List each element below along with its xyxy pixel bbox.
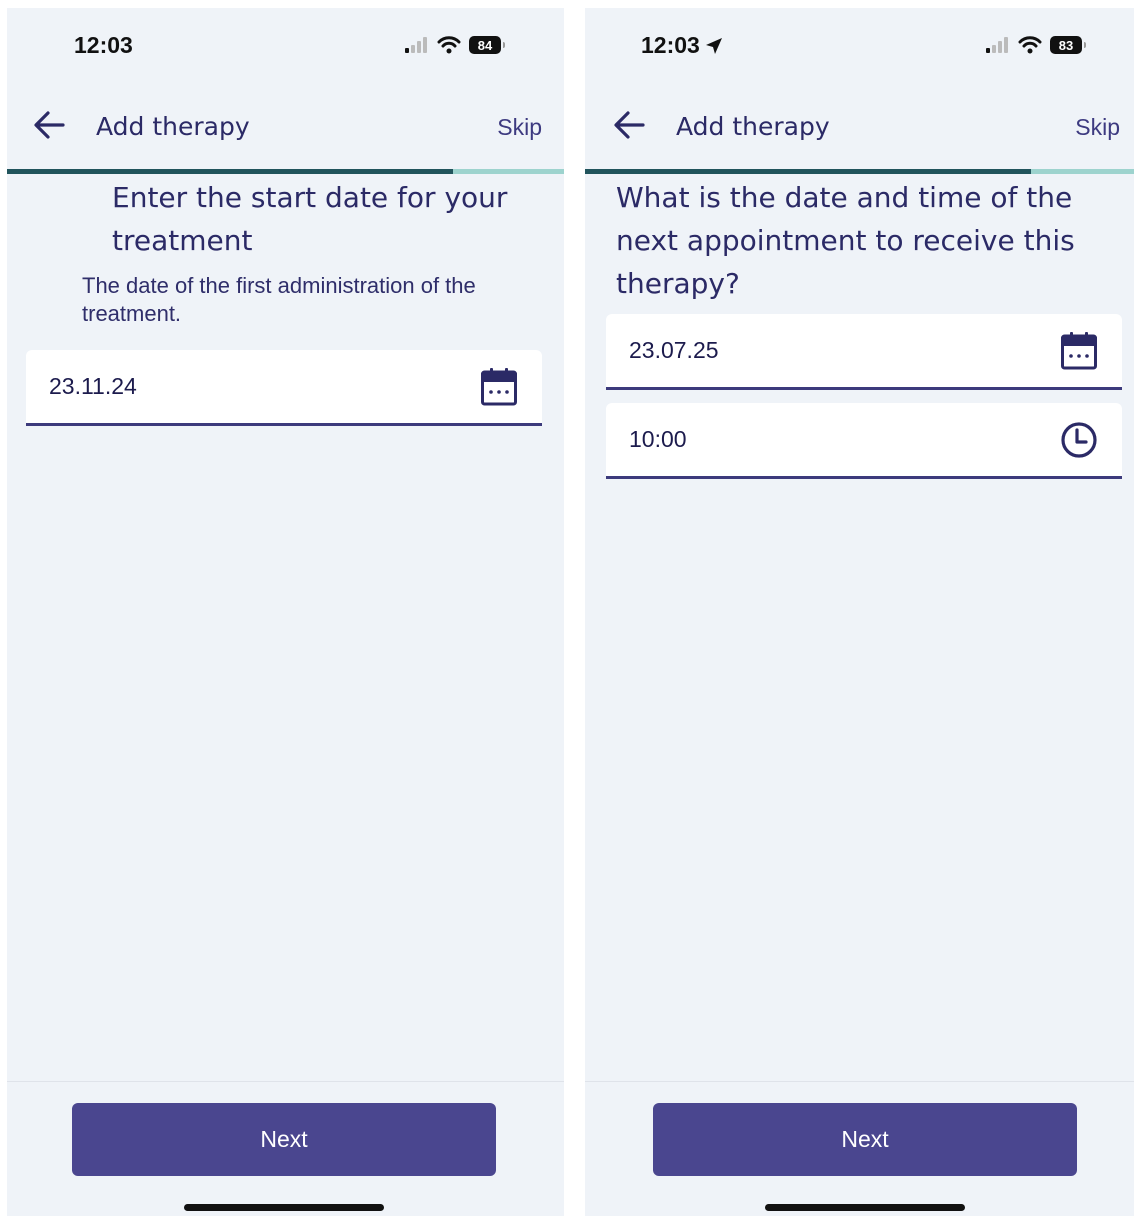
next-button[interactable]: Next: [653, 1103, 1077, 1176]
calendar-icon[interactable]: [1058, 330, 1100, 372]
battery-level: 84: [477, 37, 493, 53]
status-time: 12:03: [641, 32, 724, 59]
status-time-text: 12:03: [641, 32, 700, 58]
calendar-icon[interactable]: [478, 366, 520, 408]
wifi-icon: [437, 36, 461, 54]
arrow-left-icon: [614, 111, 645, 139]
header-title: Add therapy: [96, 112, 250, 141]
phone-screen-next-appointment: 12:03 83 Add therapy Skip What is the da…: [585, 8, 1134, 1216]
battery-level: 83: [1058, 37, 1074, 53]
appointment-time-value: 10:00: [629, 426, 687, 452]
skip-button[interactable]: Skip: [1075, 114, 1120, 141]
header-title: Add therapy: [676, 112, 830, 141]
battery-icon: 83: [1050, 36, 1086, 54]
progress-fill: [585, 169, 1031, 174]
cellular-signal-icon: [405, 37, 427, 53]
progress-bar: [585, 169, 1134, 174]
phone-screen-start-date: 12:03 84 Add therapy Skip Enter the star…: [7, 8, 564, 1216]
clock-icon[interactable]: [1058, 419, 1100, 461]
appointment-date-field[interactable]: 23.07.25: [606, 314, 1122, 390]
footer-divider: [7, 1081, 564, 1082]
back-button[interactable]: [31, 108, 67, 142]
progress-bar: [7, 169, 564, 174]
appointment-date-value: 23.07.25: [629, 337, 719, 363]
home-indicator: [765, 1204, 965, 1211]
home-indicator: [184, 1204, 384, 1211]
status-time: 12:03: [74, 32, 133, 59]
appointment-time-field[interactable]: 10:00: [606, 403, 1122, 479]
status-time-text: 12:03: [74, 32, 133, 58]
comparison-canvas: 12:03 84 Add therapy Skip Enter the star…: [0, 0, 1134, 1216]
progress-fill: [7, 169, 453, 174]
status-icons: 84: [405, 36, 505, 54]
location-arrow-icon: [705, 37, 722, 54]
next-button[interactable]: Next: [72, 1103, 496, 1176]
back-button[interactable]: [611, 108, 647, 142]
cellular-signal-icon: [986, 37, 1008, 53]
wifi-icon: [1018, 36, 1042, 54]
start-date-field[interactable]: 23.11.24: [26, 350, 542, 426]
footer-divider: [585, 1081, 1134, 1082]
battery-icon: 84: [469, 36, 505, 54]
start-date-value: 23.11.24: [49, 373, 137, 399]
question-subtitle: The date of the first administration of …: [82, 273, 476, 326]
question-title: Enter the start date for your treatment: [112, 181, 508, 257]
status-icons: 83: [986, 36, 1086, 54]
question-title: What is the date and time of the next ap…: [616, 181, 1075, 300]
skip-button[interactable]: Skip: [497, 114, 542, 141]
arrow-left-icon: [34, 111, 65, 139]
